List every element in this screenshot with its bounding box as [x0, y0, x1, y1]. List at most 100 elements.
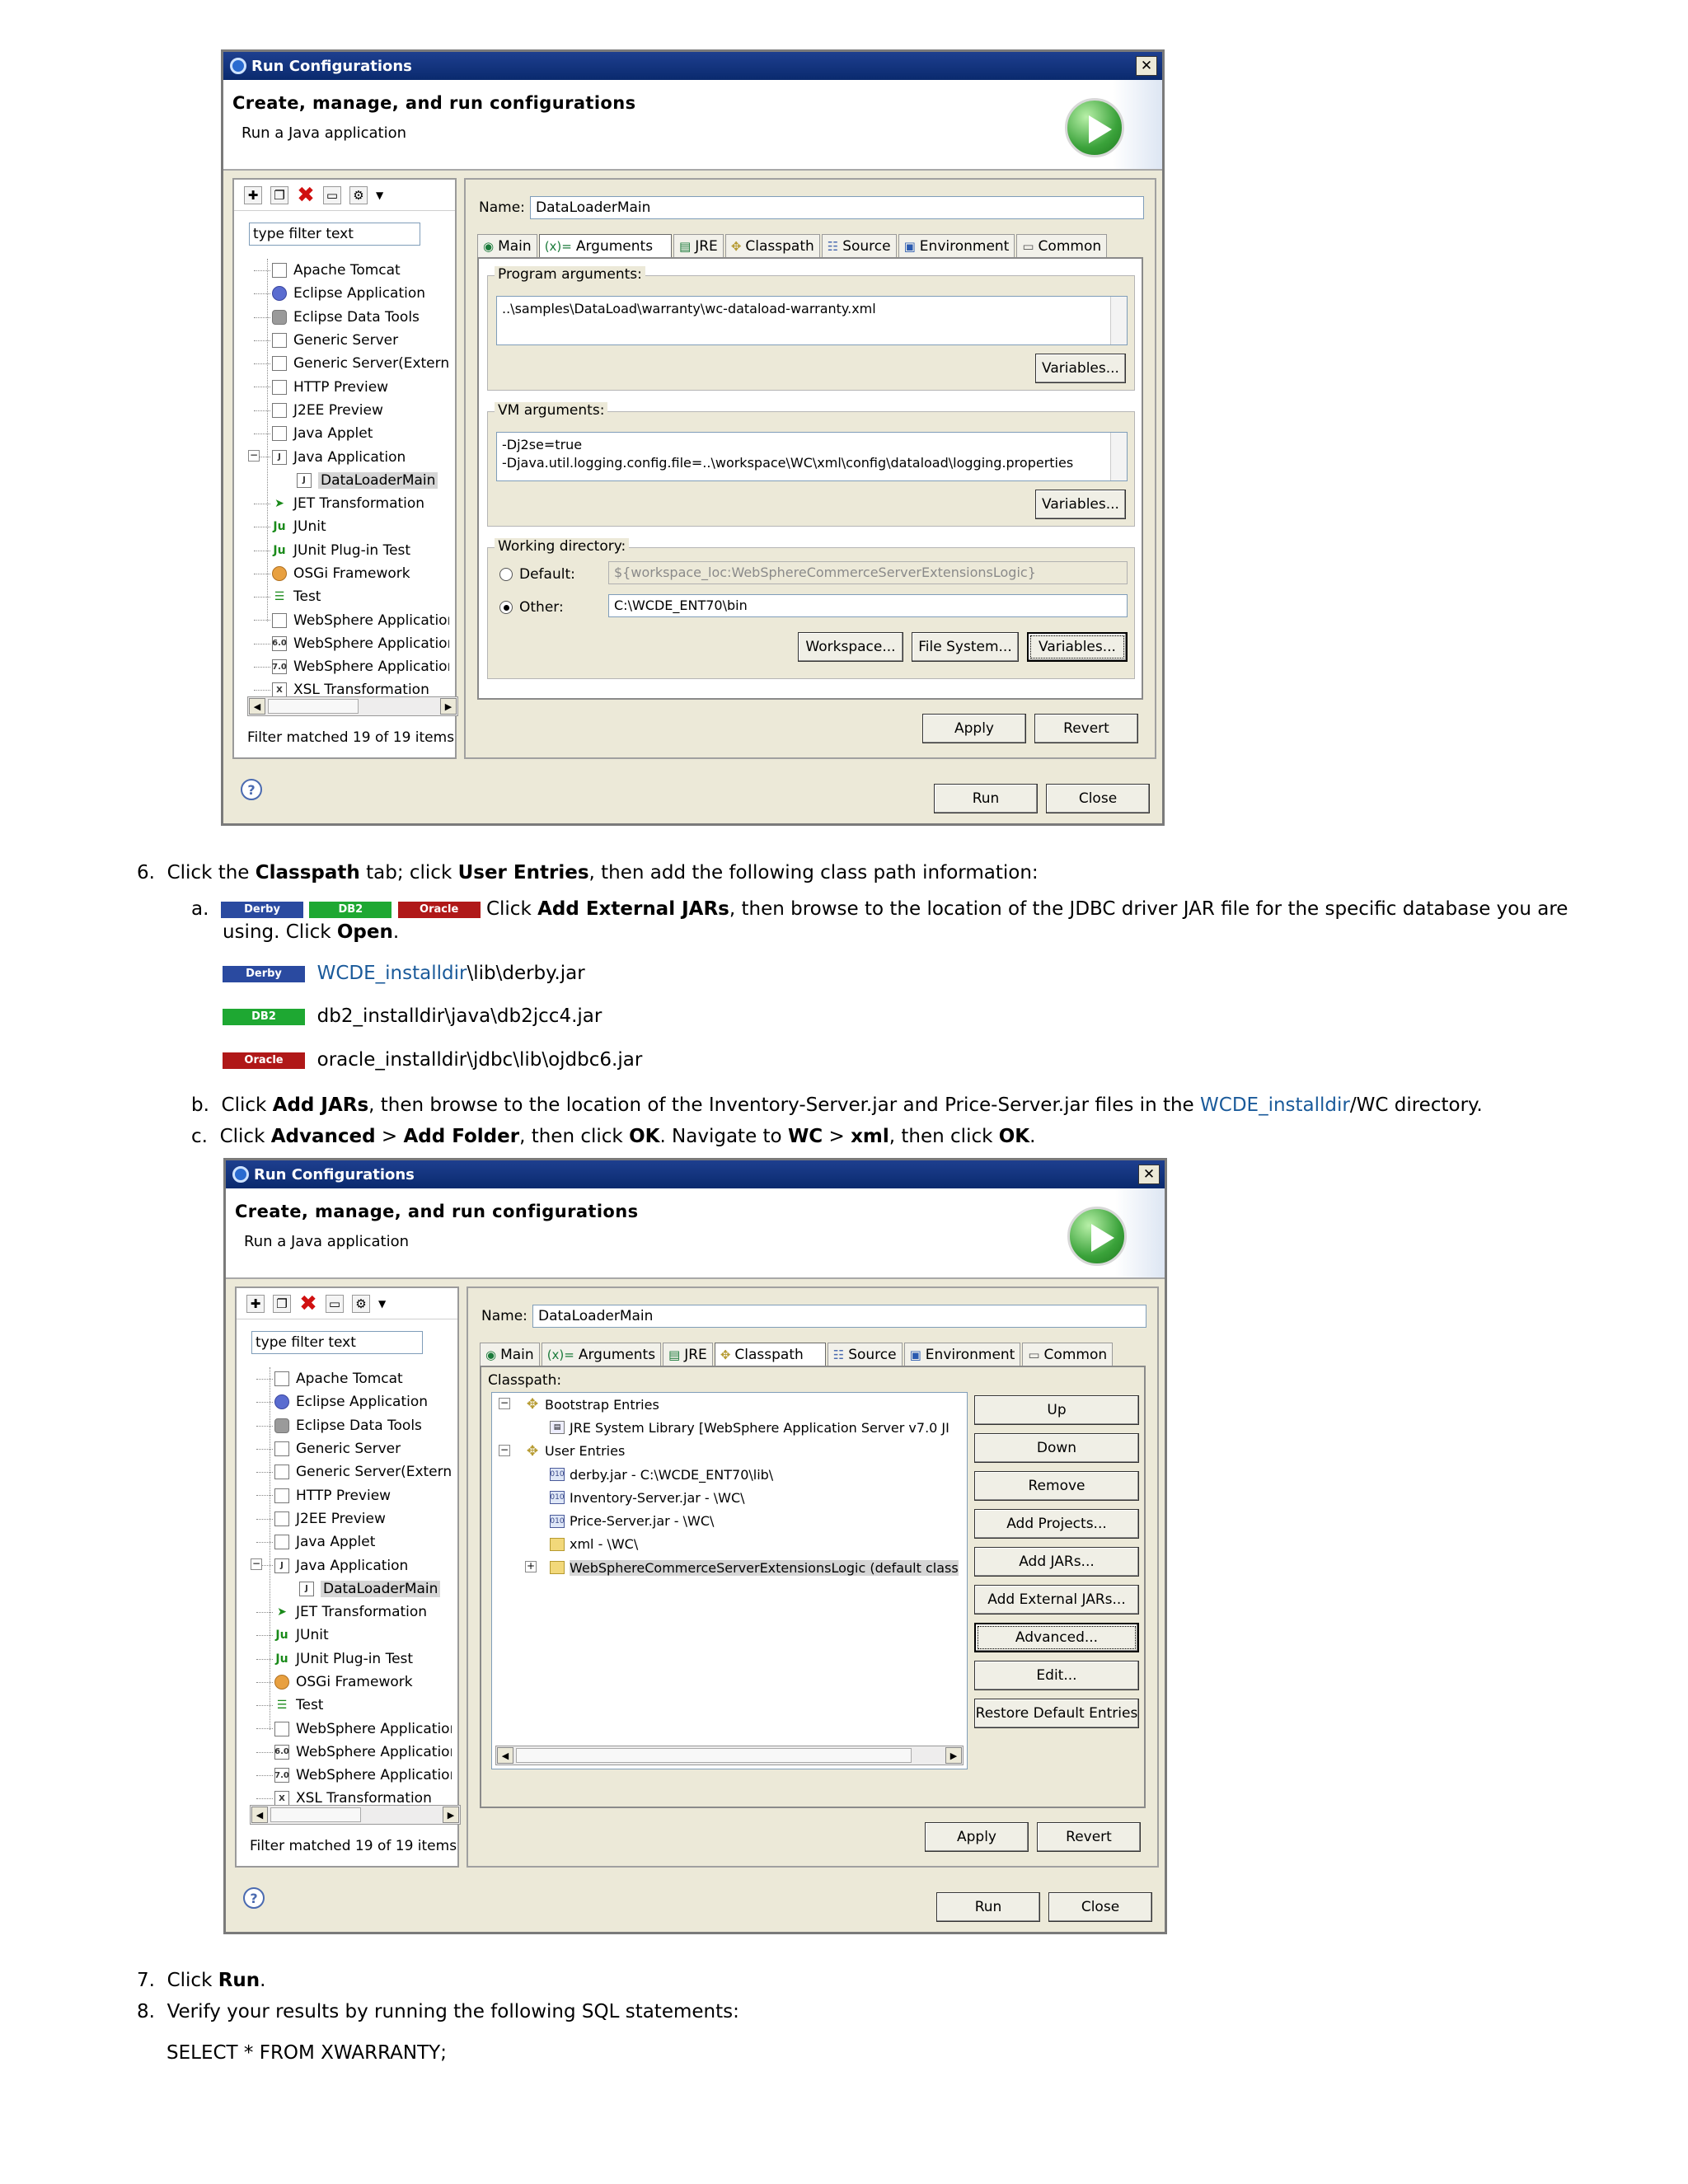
name-input[interactable]: DataLoaderMain: [532, 1305, 1146, 1328]
tab-source[interactable]: ☷ Source: [827, 1343, 903, 1366]
price-server-jar-entry[interactable]: 010 Price-Server.jar - \WC\: [492, 1509, 967, 1532]
wcde-installdir-link[interactable]: WCDE_installdir: [1200, 1094, 1350, 1116]
tree-item[interactable]: HTTP Preview: [250, 1483, 452, 1507]
tree-item[interactable]: J2EE Preview: [247, 399, 449, 422]
tree-item[interactable]: Ju JUnit: [247, 515, 449, 538]
collapse-icon[interactable]: −: [499, 1398, 510, 1409]
tree-item[interactable]: Java Applet: [247, 422, 449, 445]
other-radio[interactable]: Other:: [499, 599, 564, 616]
tab-jre[interactable]: ▤ JRE: [663, 1343, 713, 1366]
tree-item[interactable]: ☰ Test: [247, 585, 449, 608]
tab-common[interactable]: ▭ Common: [1016, 234, 1108, 257]
vertical-scrollbar[interactable]: [1110, 297, 1127, 344]
tree-item[interactable]: 7.0 WebSphere Application: [247, 655, 449, 678]
tree-item[interactable]: Eclipse Data Tools: [247, 306, 449, 329]
up-button[interactable]: Up: [974, 1395, 1139, 1425]
down-button[interactable]: Down: [974, 1433, 1139, 1463]
tab-main[interactable]: ◉ Main: [480, 1343, 540, 1366]
program-variables-button[interactable]: Variables...: [1035, 354, 1126, 383]
classpath-horizontal-scrollbar[interactable]: ◀ ▶: [495, 1746, 964, 1765]
delete-icon[interactable]: ✖: [299, 1291, 317, 1316]
close-button[interactable]: Close: [1046, 784, 1150, 813]
tree-item[interactable]: Ju JUnit Plug-in Test: [247, 539, 449, 562]
help-icon[interactable]: ?: [243, 1887, 265, 1909]
add-projects-button[interactable]: Add Projects...: [974, 1509, 1139, 1539]
tree-item[interactable]: Generic Server(Externa: [250, 1460, 452, 1483]
xml-folder-entry[interactable]: xml - \WC\: [492, 1533, 967, 1556]
tree-item[interactable]: Eclipse Application: [247, 282, 449, 305]
extensions-logic-entry[interactable]: + WebSphereCommerceServerExtensionsLogic …: [492, 1556, 967, 1579]
user-entries[interactable]: − ✥ User Entries: [492, 1440, 967, 1463]
filter-input[interactable]: type filter text: [251, 1331, 423, 1354]
tree-item-dataloadermain[interactable]: J DataLoaderMain: [250, 1577, 452, 1601]
inventory-server-jar-entry[interactable]: 010 Inventory-Server.jar - \WC\: [492, 1486, 967, 1509]
other-directory-field[interactable]: C:\WCDE_ENT70\bin: [608, 594, 1128, 617]
scroll-left-icon[interactable]: ◀: [497, 1747, 513, 1764]
chevron-down-icon[interactable]: ▼: [376, 190, 383, 201]
tree-item[interactable]: 6.0 WebSphere Application: [250, 1741, 452, 1764]
tree-item[interactable]: OSGi Framework: [247, 562, 449, 585]
tree-item[interactable]: HTTP Preview: [247, 375, 449, 398]
wcde-installdir-link[interactable]: WCDE_installdir: [317, 963, 467, 984]
tree-item[interactable]: Apache Tomcat: [250, 1367, 452, 1390]
tab-main[interactable]: ◉ Main: [477, 234, 537, 257]
tree-horizontal-scrollbar[interactable]: ◀ ▶: [247, 696, 458, 716]
tab-environment[interactable]: ▣ Environment: [898, 234, 1015, 257]
collapse-all-icon[interactable]: ▭: [323, 185, 341, 204]
tree-item[interactable]: Eclipse Application: [250, 1390, 452, 1413]
apply-button[interactable]: Apply: [925, 1822, 1029, 1852]
tab-classpath[interactable]: ✥ Classpath: [714, 1343, 826, 1366]
help-icon[interactable]: ?: [241, 779, 262, 800]
close-icon[interactable]: ✕: [1136, 56, 1157, 76]
tab-arguments[interactable]: (x)= Arguments: [538, 234, 673, 257]
tree-item[interactable]: ➤ JET Transformation: [247, 492, 449, 515]
collapse-all-icon[interactable]: ▭: [326, 1294, 344, 1313]
tab-classpath[interactable]: ✥ Classpath: [724, 234, 820, 257]
close-button[interactable]: Close: [1048, 1892, 1152, 1922]
tree-item[interactable]: ☰ Test: [250, 1694, 452, 1717]
chevron-down-icon[interactable]: ▼: [378, 1298, 386, 1310]
edit-button[interactable]: Edit...: [974, 1661, 1139, 1690]
scroll-thumb[interactable]: [516, 1748, 912, 1763]
jre-system-library[interactable]: ▤ JRE System Library [WebSphere Applicati…: [492, 1416, 967, 1439]
wd-variables-button[interactable]: Variables...: [1027, 632, 1128, 662]
scroll-right-icon[interactable]: ▶: [440, 698, 457, 715]
restore-default-entries-button[interactable]: Restore Default Entries: [974, 1699, 1139, 1728]
tree-item[interactable]: Ju JUnit Plug-in Test: [250, 1647, 452, 1671]
tree-item-java-application[interactable]: − J Java Application: [247, 445, 449, 468]
new-config-icon[interactable]: ✚: [244, 185, 262, 204]
revert-button[interactable]: Revert: [1034, 714, 1138, 743]
tree-item[interactable]: 6.0 WebSphere Application: [247, 632, 449, 655]
tree-item[interactable]: Eclipse Data Tools: [250, 1414, 452, 1437]
tab-jre[interactable]: ▤ JRE: [673, 234, 724, 257]
collapse-icon[interactable]: −: [248, 450, 260, 462]
workspace-button[interactable]: Workspace...: [798, 632, 903, 662]
run-button[interactable]: Run: [934, 784, 1038, 813]
add-jars-button[interactable]: Add JARs...: [974, 1547, 1139, 1577]
name-input[interactable]: DataLoaderMain: [530, 196, 1144, 219]
tab-common[interactable]: ▭ Common: [1022, 1343, 1114, 1366]
run-button[interactable]: Run: [936, 1892, 1040, 1922]
vm-arguments-textarea[interactable]: -Dj2se=true -Djava.util.logging.config.f…: [496, 432, 1128, 481]
apply-button[interactable]: Apply: [922, 714, 1026, 743]
vm-variables-button[interactable]: Variables...: [1035, 490, 1126, 519]
tree-item[interactable]: Apache Tomcat: [247, 259, 449, 282]
filter-icon[interactable]: ⚙: [352, 1294, 370, 1313]
file-system-button[interactable]: File System...: [912, 632, 1019, 662]
scroll-right-icon[interactable]: ▶: [945, 1747, 962, 1764]
scroll-left-icon[interactable]: ◀: [251, 1807, 268, 1823]
revert-button[interactable]: Revert: [1037, 1822, 1141, 1852]
tree-item[interactable]: Generic Server: [250, 1437, 452, 1460]
tree-item[interactable]: Java Applet: [250, 1530, 452, 1554]
delete-icon[interactable]: ✖: [297, 183, 315, 208]
tree-horizontal-scrollbar[interactable]: ◀ ▶: [250, 1805, 461, 1825]
collapse-icon[interactable]: −: [499, 1444, 510, 1456]
scroll-left-icon[interactable]: ◀: [249, 698, 265, 715]
tree-item[interactable]: WebSphere Application: [250, 1717, 452, 1740]
duplicate-icon[interactable]: ❐: [270, 185, 288, 204]
tree-item[interactable]: Generic Server(Externa: [247, 352, 449, 375]
tree-item-java-application[interactable]: − J Java Application: [250, 1554, 452, 1577]
tab-source[interactable]: ☷ Source: [821, 234, 897, 257]
tab-environment[interactable]: ▣ Environment: [903, 1343, 1021, 1366]
derby-jar-entry[interactable]: 010 derby.jar - C:\WCDE_ENT70\lib\: [492, 1463, 967, 1486]
